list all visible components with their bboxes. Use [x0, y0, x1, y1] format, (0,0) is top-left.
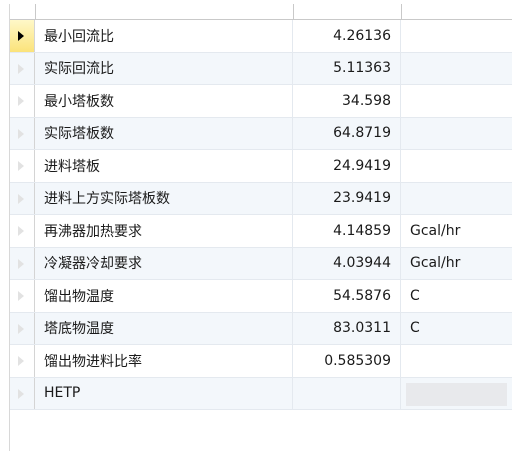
current-row-arrow-icon [18, 31, 24, 41]
parameter-unit-cell[interactable] [401, 53, 512, 85]
row-arrow-icon [18, 96, 24, 106]
row-header[interactable] [10, 280, 35, 312]
table-row[interactable]: 馏出物温度 54.5876 C [10, 280, 512, 313]
row-header[interactable] [10, 150, 35, 182]
table-row[interactable]: 最小塔板数 34.598 [10, 85, 512, 118]
table-row[interactable]: 实际塔板数 64.8719 [10, 117, 512, 150]
header-value-column[interactable] [294, 4, 402, 19]
row-arrow-icon [18, 63, 24, 74]
grid-rows: 最小回流比 4.26136 实际回流比 5.11363 最小塔板数 34.598… [10, 20, 512, 410]
table-row[interactable]: 再沸器加热要求 4.14859 Gcal/hr [10, 215, 512, 248]
table-row[interactable]: 实际回流比 5.11363 [10, 52, 512, 85]
parameter-value-cell[interactable]: 0.585309 [293, 345, 401, 377]
parameter-value-cell[interactable]: 34.598 [293, 85, 401, 117]
row-arrow-icon [18, 161, 24, 171]
row-header[interactable] [10, 215, 35, 247]
row-header[interactable] [10, 345, 35, 377]
row-header[interactable] [10, 52, 35, 84]
parameter-value-cell[interactable]: 4.03944 [293, 247, 401, 279]
parameter-unit-cell[interactable] [401, 85, 512, 117]
parameter-value-cell[interactable]: 4.14859 [293, 215, 401, 247]
table-row[interactable]: 进料上方实际塔板数 23.9419 [10, 182, 512, 215]
table-row[interactable]: 最小回流比 4.26136 [10, 20, 512, 53]
header-unit-column[interactable] [402, 4, 512, 19]
row-header[interactable] [10, 85, 35, 117]
header-name-column[interactable] [36, 4, 294, 19]
parameter-unit-cell[interactable]: Gcal/hr [401, 215, 512, 247]
row-header[interactable] [10, 247, 35, 279]
parameter-name-cell[interactable]: 再沸器加热要求 [35, 215, 293, 247]
parameter-value-cell[interactable]: 23.9419 [293, 182, 401, 214]
parameter-unit-cell[interactable] [401, 20, 512, 52]
parameter-name-cell[interactable]: 最小塔板数 [35, 85, 293, 117]
row-arrow-icon [18, 323, 24, 334]
disabled-unit-cell [406, 382, 507, 406]
parameter-value-cell[interactable]: 64.8719 [293, 117, 401, 149]
header-corner [10, 4, 36, 19]
row-arrow-icon [18, 193, 24, 204]
row-arrow-icon [18, 128, 24, 139]
row-arrow-icon [18, 356, 24, 366]
parameter-name-cell[interactable]: 实际塔板数 [35, 117, 293, 149]
parameter-value-cell[interactable]: 24.9419 [293, 150, 401, 182]
parameter-value-cell[interactable]: 54.5876 [293, 280, 401, 312]
parameter-name-cell[interactable]: 最小回流比 [35, 20, 293, 52]
table-row[interactable]: 进料塔板 24.9419 [10, 150, 512, 183]
parameter-name-cell[interactable]: 进料塔板 [35, 150, 293, 182]
parameter-unit-cell[interactable]: C [401, 280, 512, 312]
parameter-name-cell[interactable]: 冷凝器冷却要求 [35, 247, 293, 279]
parameter-unit-cell[interactable] [401, 150, 512, 182]
grid-header [10, 4, 512, 20]
parameter-name-cell[interactable]: 塔底物温度 [35, 312, 293, 344]
table-row[interactable]: HETP [10, 377, 512, 410]
parameter-value-cell[interactable]: 5.11363 [293, 52, 401, 84]
parameter-unit-cell[interactable]: Gcal/hr [401, 248, 512, 280]
parameter-name-cell[interactable]: 馏出物温度 [35, 280, 293, 312]
parameter-value-cell[interactable]: 4.26136 [293, 20, 401, 52]
parameter-value-cell[interactable]: 83.0311 [293, 312, 401, 344]
results-grid: 最小回流比 4.26136 实际回流比 5.11363 最小塔板数 34.598… [9, 4, 512, 451]
table-row[interactable]: 馏出物进料比率 0.585309 [10, 345, 512, 378]
row-header[interactable] [10, 312, 35, 344]
parameter-unit-cell[interactable] [401, 345, 512, 377]
row-header[interactable] [10, 182, 35, 214]
row-header[interactable] [10, 20, 35, 52]
row-arrow-icon [18, 226, 24, 236]
parameter-name-cell[interactable]: 馏出物进料比率 [35, 345, 293, 377]
table-row[interactable]: 冷凝器冷却要求 4.03944 Gcal/hr [10, 247, 512, 280]
row-arrow-icon [18, 258, 24, 269]
parameter-name-cell[interactable]: 实际回流比 [35, 52, 293, 84]
parameter-unit-cell[interactable]: C [401, 313, 512, 345]
parameter-name-cell[interactable]: 进料上方实际塔板数 [35, 182, 293, 214]
row-header[interactable] [10, 117, 35, 149]
row-arrow-icon [18, 388, 24, 399]
parameter-value-cell[interactable] [293, 377, 401, 409]
row-arrow-icon [18, 291, 24, 301]
row-header[interactable] [10, 377, 35, 409]
parameter-unit-cell[interactable] [401, 118, 512, 150]
parameter-unit-cell[interactable] [401, 183, 512, 215]
table-row[interactable]: 塔底物温度 83.0311 C [10, 312, 512, 345]
parameter-name-cell[interactable]: HETP [35, 377, 293, 409]
